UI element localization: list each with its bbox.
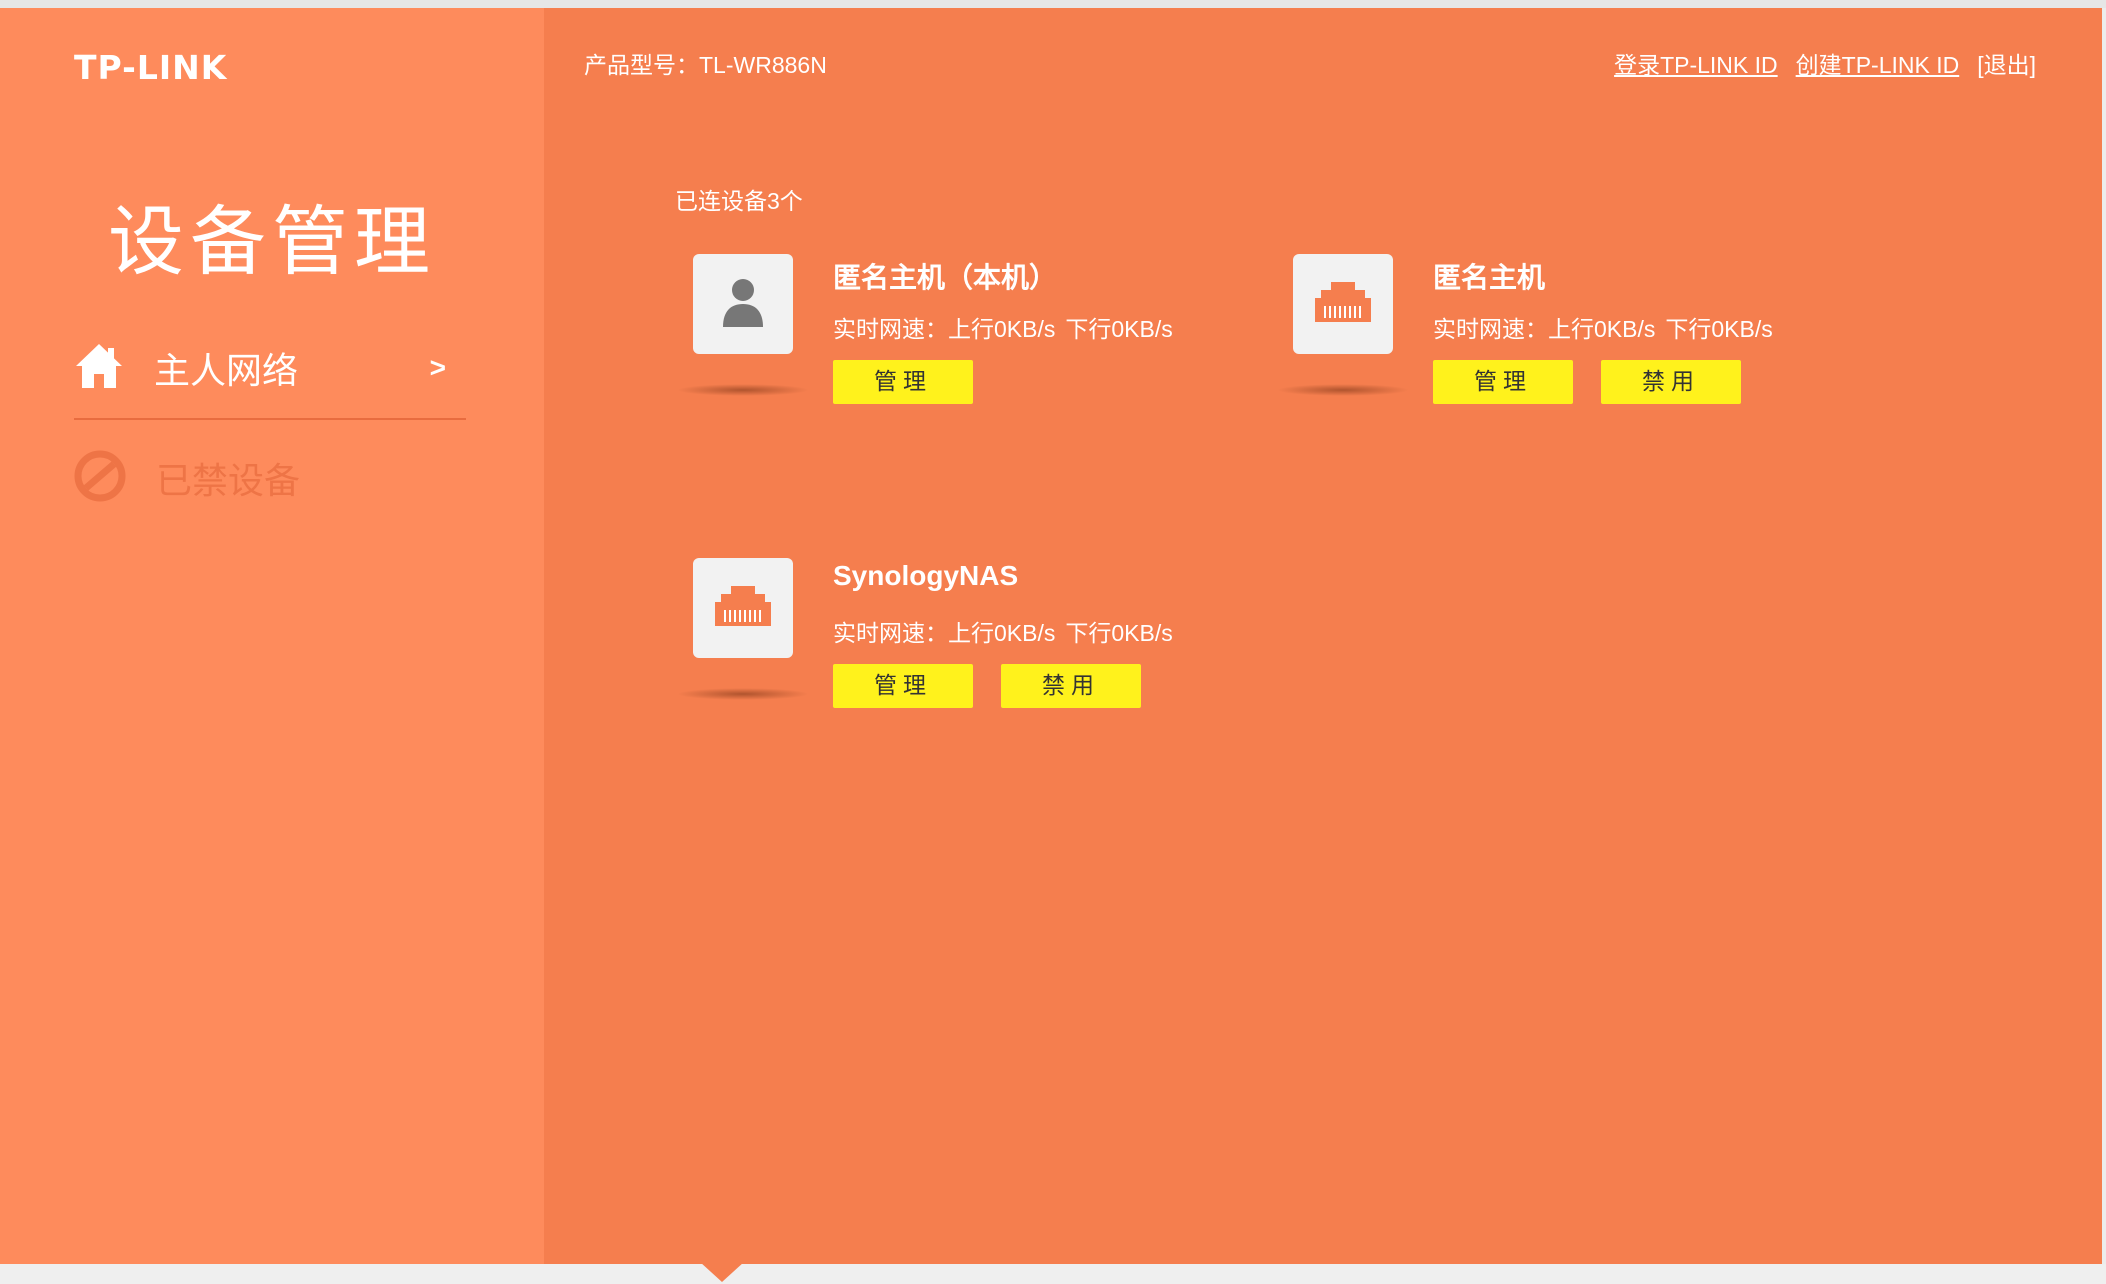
device-speed: 实时网速：上行0KB/s 下行0KB/s [833, 614, 1183, 648]
download-speed: 下行0KB/s [1065, 316, 1173, 342]
device-card: SynologyNAS 实时网速：上行0KB/s 下行0KB/s 管理 禁用 [677, 558, 1243, 748]
bottom-strip [0, 1264, 2106, 1284]
login-tplink-id-link[interactable]: 登录TP-LINK ID [1614, 46, 1778, 80]
connected-device-count: 已连设备3个 [675, 188, 803, 214]
nav-divider [74, 418, 466, 420]
device-icon-tile [1293, 254, 1393, 354]
account-links: 登录TP-LINK ID 创建TP-LINK ID [退出] [1614, 46, 2036, 80]
sidebar-item-host-network[interactable]: 主人网络 > [74, 338, 466, 398]
device-shadow [1277, 384, 1409, 396]
blocked-icon [74, 450, 126, 507]
manage-button[interactable]: 管理 [833, 360, 973, 404]
upload-speed: 上行0KB/s [948, 316, 1056, 342]
create-tplink-id-link[interactable]: 创建TP-LINK ID [1796, 46, 1960, 80]
speed-label: 实时网速： [833, 316, 948, 342]
upload-speed: 上行0KB/s [1548, 316, 1656, 342]
sidebar-item-label: 已禁设备 [156, 460, 301, 501]
model-label: 产品型号： [584, 52, 699, 78]
page-title: 设备管理 [108, 197, 436, 286]
home-icon [74, 342, 124, 395]
device-name: 匿名主机 [1433, 262, 1546, 293]
tp-link-logo: TP-LINK [74, 48, 228, 87]
download-speed: 下行0KB/s [1065, 620, 1173, 646]
block-button[interactable]: 禁用 [1001, 664, 1141, 708]
product-model: 产品型号：TL-WR886N [584, 46, 827, 80]
sidebar-item-blocked-devices[interactable]: 已禁设备 [74, 448, 300, 508]
ethernet-port-icon [713, 584, 773, 633]
device-speed: 实时网速：上行0KB/s 下行0KB/s [833, 310, 1183, 344]
device-name: 匿名主机（本机） [833, 262, 1058, 293]
bottom-notch [700, 1262, 744, 1282]
sidebar: TP-LINK 设备管理 主人网络 > 已禁设备 [0, 8, 544, 1264]
device-shadow [677, 688, 809, 700]
chevron-right-icon: > [429, 352, 446, 383]
device-name: SynologyNAS [833, 560, 1019, 591]
logout-link[interactable]: [退出] [1977, 46, 2036, 80]
right-edge [2102, 8, 2106, 1264]
speed-label: 实时网速： [833, 620, 948, 646]
device-card: 匿名主机（本机） 实时网速：上行0KB/s 下行0KB/s 管理 [677, 254, 1243, 444]
device-shadow [677, 384, 809, 396]
device-card: 匿名主机 实时网速：上行0KB/s 下行0KB/s 管理 禁用 [1277, 254, 1843, 444]
speed-label: 实时网速： [1433, 316, 1548, 342]
person-icon [721, 277, 765, 332]
model-value: TL-WR886N [699, 52, 827, 78]
device-icon-tile [693, 254, 793, 354]
device-icon-tile [693, 558, 793, 658]
ethernet-port-icon [1313, 280, 1373, 329]
top-border [0, 0, 2106, 8]
upload-speed: 上行0KB/s [948, 620, 1056, 646]
download-speed: 下行0KB/s [1665, 316, 1773, 342]
manage-button[interactable]: 管理 [833, 664, 973, 708]
sidebar-item-label: 主人网络 [154, 350, 299, 391]
block-button[interactable]: 禁用 [1601, 360, 1741, 404]
device-speed: 实时网速：上行0KB/s 下行0KB/s [1433, 310, 1783, 344]
manage-button[interactable]: 管理 [1433, 360, 1573, 404]
